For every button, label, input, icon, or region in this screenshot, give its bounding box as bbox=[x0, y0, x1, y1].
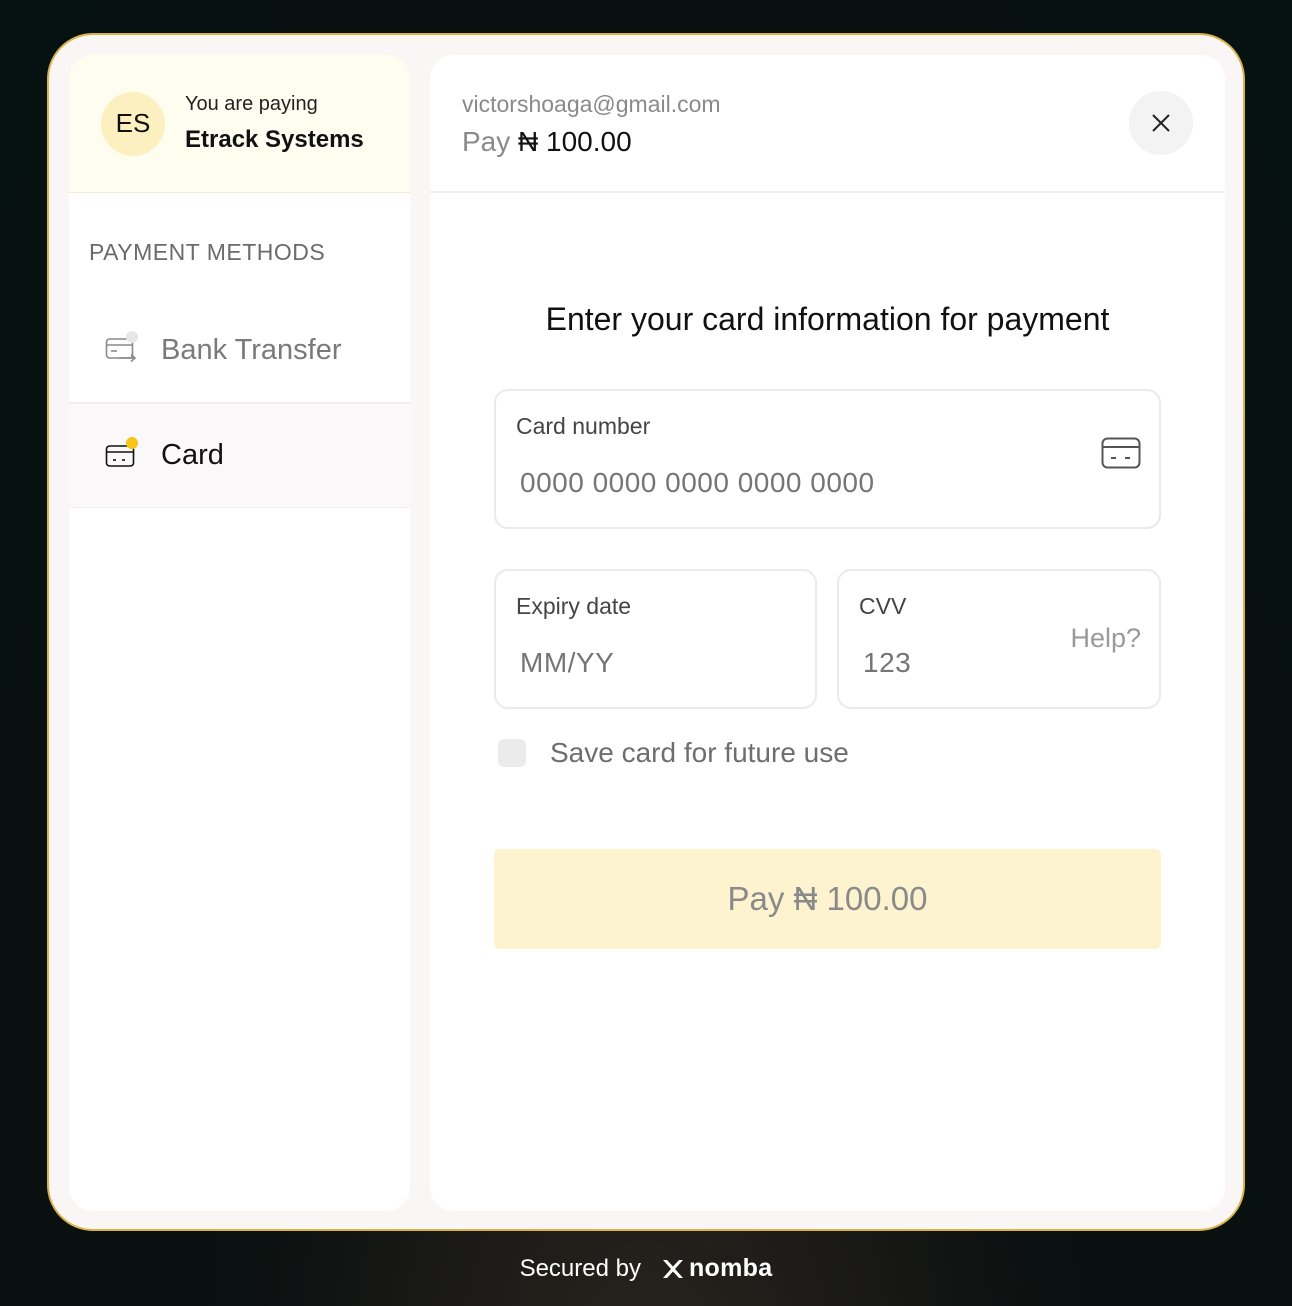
merchant-name: Etrack Systems bbox=[185, 126, 364, 153]
card-number-label: Card number bbox=[516, 413, 651, 439]
cvv-field[interactable]: CVV Help? bbox=[837, 569, 1161, 709]
card-number-field[interactable]: Card number bbox=[494, 389, 1161, 529]
save-card-label[interactable]: Save card for future use bbox=[550, 737, 849, 769]
cvv-input[interactable] bbox=[863, 647, 1023, 679]
payment-methods-heading: PAYMENT METHODS bbox=[89, 239, 326, 265]
card-icon bbox=[105, 436, 138, 470]
form-title: Enter your card information for payment bbox=[545, 301, 1110, 337]
method-card[interactable]: Card bbox=[69, 403, 410, 508]
save-card-checkbox[interactable] bbox=[498, 739, 526, 767]
expiry-date-label: Expiry date bbox=[516, 593, 632, 619]
card-number-input[interactable] bbox=[520, 467, 1080, 499]
method-label: Card bbox=[161, 439, 224, 471]
payment-modal: ES You are paying Etrack Systems PAYMENT… bbox=[47, 33, 1245, 1231]
nomba-logo-icon bbox=[662, 1259, 683, 1278]
nomba-logo: nomba bbox=[661, 1254, 772, 1283]
expiry-date-field[interactable]: Expiry date bbox=[494, 569, 817, 709]
save-card-row: Save card for future use bbox=[498, 737, 849, 769]
merchant-info: You are paying Etrack Systems bbox=[185, 93, 364, 154]
active-indicator-dot bbox=[126, 436, 138, 449]
sidebar: ES You are paying Etrack Systems PAYMENT… bbox=[69, 55, 410, 1211]
main-panel: victorshoaga@gmail.com Pay ₦ 100.00 Ente… bbox=[430, 55, 1225, 1211]
secured-by-label: Secured by bbox=[519, 1254, 641, 1282]
cvv-help-link[interactable]: Help? bbox=[1070, 623, 1141, 654]
method-bank-transfer[interactable]: Bank Transfer bbox=[69, 298, 410, 403]
card-icon bbox=[1101, 437, 1141, 474]
amount-value: ₦ 100.00 bbox=[518, 126, 632, 157]
customer-email: victorshoaga@gmail.com bbox=[462, 91, 721, 117]
pay-button[interactable]: Pay ₦ 100.00 bbox=[494, 849, 1161, 949]
merchant-avatar: ES bbox=[101, 91, 165, 156]
expiry-date-input[interactable] bbox=[520, 647, 790, 679]
cvv-label: CVV bbox=[859, 593, 907, 619]
pay-amount: Pay ₦ 100.00 bbox=[462, 126, 1225, 158]
pay-word: Pay bbox=[462, 126, 511, 157]
merchant-header: ES You are paying Etrack Systems bbox=[69, 55, 410, 193]
nomba-brand: nomba bbox=[688, 1254, 773, 1282]
method-label: Bank Transfer bbox=[161, 333, 342, 366]
payment-header: victorshoaga@gmail.com Pay ₦ 100.00 bbox=[430, 55, 1225, 193]
footer: Secured by nomba bbox=[0, 1254, 1292, 1283]
close-button[interactable] bbox=[1129, 91, 1193, 155]
bank-transfer-icon bbox=[105, 331, 138, 364]
method-indicator-dot bbox=[126, 331, 138, 343]
paying-label: You are paying bbox=[185, 93, 318, 115]
close-icon bbox=[1152, 114, 1170, 132]
